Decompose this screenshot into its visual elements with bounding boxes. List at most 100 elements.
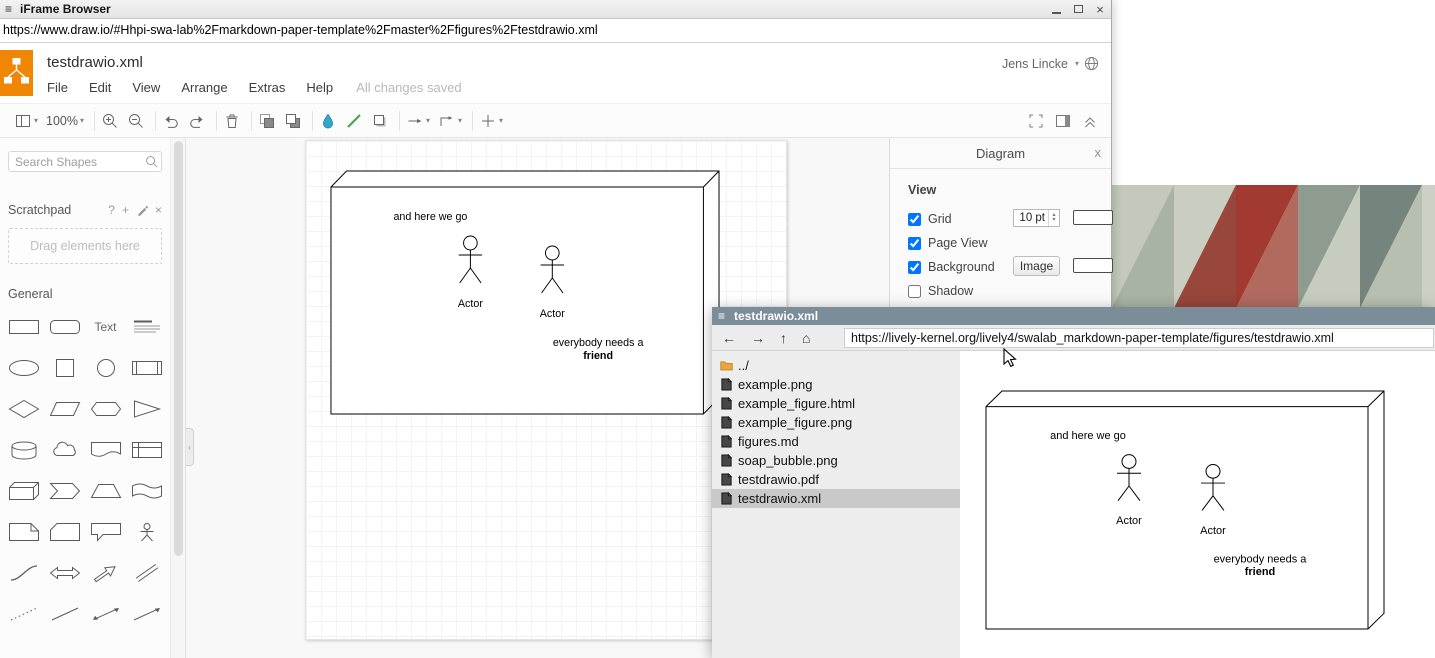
grid-checkbox[interactable]: [908, 213, 921, 226]
caption-bottom-line1[interactable]: everybody needs a: [553, 337, 645, 349]
shape-cloud[interactable]: [44, 429, 85, 470]
line-color-button[interactable]: [345, 112, 363, 130]
file-row-[interactable]: ../: [712, 356, 960, 375]
shape-link[interactable]: [126, 552, 167, 593]
menu-extras[interactable]: Extras: [249, 80, 286, 95]
cube-shape[interactable]: [331, 171, 719, 414]
diagram-figure[interactable]: and here we go Actor Actor everybody nee…: [330, 170, 720, 415]
shape-callout[interactable]: [85, 511, 126, 552]
shape-diamond[interactable]: [3, 388, 44, 429]
scratchpad-drop-area[interactable]: Drag elements here: [8, 228, 162, 264]
shape-cube[interactable]: [3, 470, 44, 511]
sidebar-scrollbar[interactable]: [170, 138, 186, 658]
zoom-in-button[interactable]: [101, 112, 119, 130]
fullscreen-icon[interactable]: [1027, 112, 1045, 130]
hamburger-icon[interactable]: ≡: [5, 2, 12, 16]
file-row-example-figure-html[interactable]: example_figure.html: [712, 394, 960, 413]
caption-top[interactable]: and here we go: [393, 211, 467, 223]
undo-button[interactable]: [162, 112, 180, 130]
actor-label[interactable]: Actor: [540, 308, 565, 320]
shadow-button[interactable]: [371, 112, 389, 130]
file-row-testdrawio-pdf[interactable]: testdrawio.pdf: [712, 470, 960, 489]
up-button[interactable]: ↑: [780, 330, 787, 346]
section-general[interactable]: General: [0, 282, 170, 306]
shape-tape[interactable]: [126, 470, 167, 511]
shape-trapezoid[interactable]: [85, 470, 126, 511]
scratchpad-help-icon[interactable]: ?: [108, 203, 115, 217]
file-row-soap-bubble-png[interactable]: soap_bubble.png: [712, 451, 960, 470]
file-browser-url-field[interactable]: https://lively-kernel.org/lively4/swalab…: [844, 328, 1434, 348]
menu-file[interactable]: File: [47, 80, 68, 95]
shadow-checkbox[interactable]: [908, 285, 921, 298]
shape-step[interactable]: [44, 470, 85, 511]
edit-pencil-icon[interactable]: [136, 204, 148, 216]
to-back-button[interactable]: [284, 112, 302, 130]
background-color-swatch[interactable]: [1073, 258, 1113, 273]
file-row-figures-md[interactable]: figures.md: [712, 432, 960, 451]
file-row-testdrawio-xml[interactable]: testdrawio.xml: [712, 489, 960, 508]
home-button[interactable]: ⌂: [802, 330, 810, 346]
stepper-down-icon[interactable]: ▾: [1052, 218, 1055, 223]
menu-view[interactable]: View: [132, 80, 160, 95]
menu-edit[interactable]: Edit: [89, 80, 111, 95]
shape-ellipse[interactable]: [3, 347, 44, 388]
menu-arrange[interactable]: Arrange: [181, 80, 227, 95]
minimize-button[interactable]: [1045, 0, 1067, 18]
close-button[interactable]: ×: [1089, 0, 1111, 18]
page-view-checkbox[interactable]: [908, 237, 921, 250]
shape-arrow[interactable]: [85, 552, 126, 593]
panel-close-icon[interactable]: x: [1095, 145, 1102, 160]
shape-text[interactable]: Text: [85, 306, 126, 347]
shape-dashed-line[interactable]: [3, 593, 44, 634]
globe-icon[interactable]: [1084, 56, 1099, 71]
insert-button[interactable]: ▾: [479, 112, 503, 130]
shape-hexagon[interactable]: [85, 388, 126, 429]
to-front-button[interactable]: [258, 112, 276, 130]
actor-label[interactable]: Actor: [458, 298, 483, 310]
shape-parallelogram[interactable]: [44, 388, 85, 429]
scratchpad-add-icon[interactable]: +: [122, 203, 129, 217]
shape-note[interactable]: [3, 511, 44, 552]
hamburger-icon[interactable]: ≡: [718, 309, 725, 323]
shape-process[interactable]: [126, 347, 167, 388]
menu-help[interactable]: Help: [306, 80, 333, 95]
shape-card[interactable]: [44, 511, 85, 552]
connection-button[interactable]: ▾: [406, 112, 430, 130]
shape-directional-connector[interactable]: [126, 593, 167, 634]
shape-square[interactable]: [44, 347, 85, 388]
sidebar-collapse-handle[interactable]: ‹: [186, 428, 194, 466]
view-button[interactable]: ▾: [14, 112, 38, 130]
shape-bidirectional-arrow[interactable]: [44, 552, 85, 593]
format-panel-toggle-icon[interactable]: [1054, 112, 1072, 130]
delete-button[interactable]: [223, 112, 241, 130]
grid-size-input[interactable]: 10 pt ▴ ▾: [1013, 209, 1060, 227]
shape-rounded-rectangle[interactable]: [44, 306, 85, 347]
shape-actor[interactable]: [126, 511, 167, 552]
user-menu[interactable]: Jens Lincke ▾: [1002, 56, 1099, 71]
shape-triangle[interactable]: [126, 388, 167, 429]
zoom-out-button[interactable]: [127, 112, 145, 130]
shape-cylinder[interactable]: [3, 429, 44, 470]
file-browser-titlebar[interactable]: ≡ testdrawio.xml: [712, 307, 1435, 325]
stepper[interactable]: ▴ ▾: [1048, 210, 1059, 226]
iframe-window-titlebar[interactable]: ≡ iFrame Browser ×: [0, 0, 1111, 19]
search-input[interactable]: [8, 151, 162, 172]
shape-textbox[interactable]: [126, 306, 167, 347]
background-checkbox[interactable]: [908, 261, 921, 274]
file-row-example-png[interactable]: example.png: [712, 375, 960, 394]
shape-bidirectional-connector[interactable]: [85, 593, 126, 634]
tab-diagram[interactable]: Diagram: [976, 146, 1025, 161]
iframe-url-bar[interactable]: https://www.draw.io/#Hhpi-swa-lab%2Fmark…: [0, 19, 1111, 43]
back-button[interactable]: ←: [722, 330, 736, 346]
shape-line[interactable]: [44, 593, 85, 634]
caption-bottom-line2[interactable]: friend: [583, 350, 613, 362]
shape-circle[interactable]: [85, 347, 126, 388]
fill-color-button[interactable]: [319, 112, 337, 130]
shape-internal-storage[interactable]: [126, 429, 167, 470]
redo-button[interactable]: [188, 112, 206, 130]
shape-document[interactable]: [85, 429, 126, 470]
file-row-example-figure-png[interactable]: example_figure.png: [712, 413, 960, 432]
zoom-level-button[interactable]: 100% ▾: [46, 114, 84, 128]
shape-curve[interactable]: [3, 552, 44, 593]
maximize-button[interactable]: [1067, 0, 1089, 18]
